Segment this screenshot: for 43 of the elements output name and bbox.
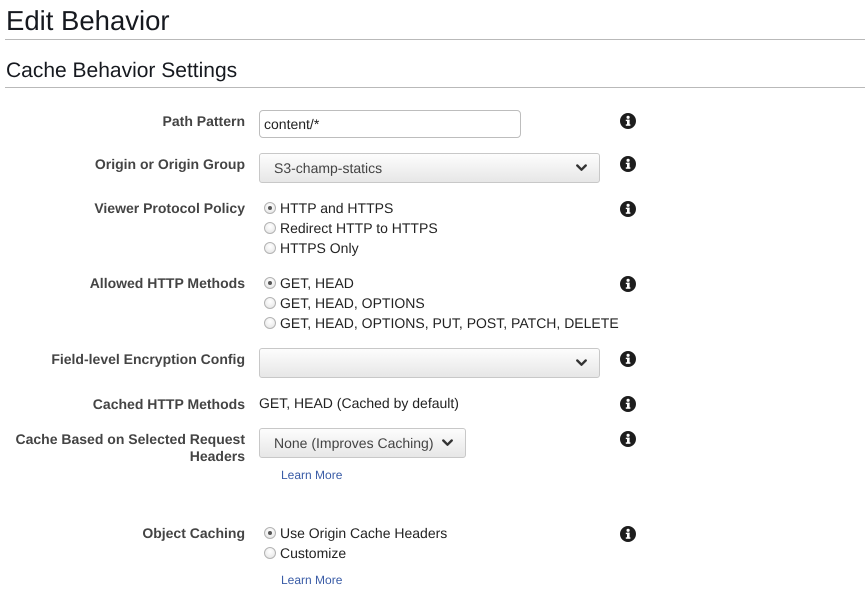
radio-option-label[interactable]: GET, HEAD, OPTIONS bbox=[280, 293, 425, 313]
info-icon[interactable] bbox=[620, 201, 636, 217]
chevron-down-icon bbox=[576, 359, 587, 367]
info-icon[interactable] bbox=[620, 351, 636, 367]
radio-button[interactable] bbox=[264, 222, 276, 234]
info-icon[interactable] bbox=[620, 156, 636, 172]
chevron-down-icon bbox=[576, 164, 587, 172]
section-title: Cache Behavior Settings bbox=[5, 58, 238, 84]
info-icon[interactable] bbox=[620, 526, 636, 542]
radio-option-label[interactable]: Use Origin Cache Headers bbox=[280, 523, 448, 543]
path-pattern-input[interactable]: content/* bbox=[259, 110, 521, 138]
radio-button[interactable] bbox=[264, 526, 276, 538]
chevron-down-icon bbox=[442, 439, 453, 447]
field-label: Field-level Encryption Config bbox=[50, 350, 245, 368]
radio-option-label[interactable]: GET, HEAD, OPTIONS, PUT, POST, PATCH, DELETE bbox=[280, 313, 619, 333]
dropdown-select[interactable]: None (Improves Caching) bbox=[259, 428, 466, 458]
radio-option-label[interactable]: HTTPS Only bbox=[280, 238, 359, 258]
radio-button[interactable] bbox=[264, 296, 276, 308]
field-label: Object Caching bbox=[141, 524, 245, 542]
field-value: GET, HEAD (Cached by default) bbox=[259, 394, 459, 413]
field-label: Cached HTTP Methods bbox=[92, 395, 245, 413]
radio-option-label[interactable]: HTTP and HTTPS bbox=[280, 198, 394, 218]
info-icon[interactable] bbox=[620, 276, 636, 292]
dropdown-select[interactable]: S3-champ-statics bbox=[259, 153, 600, 183]
page-title: Edit Behavior bbox=[5, 4, 171, 38]
field-label: Path Pattern bbox=[162, 112, 245, 130]
learn-more-link[interactable]: Learn More bbox=[281, 467, 342, 483]
info-icon[interactable] bbox=[620, 113, 636, 129]
radio-button[interactable] bbox=[264, 242, 276, 254]
field-label: Cache Based on Selected Request Headers bbox=[14, 430, 245, 465]
radio-option-label[interactable]: Redirect HTTP to HTTPS bbox=[280, 218, 438, 238]
radio-button[interactable] bbox=[264, 202, 276, 214]
field-label: Origin or Origin Group bbox=[94, 155, 245, 173]
radio-option-label[interactable]: Customize bbox=[280, 543, 346, 563]
field-label: Viewer Protocol Policy bbox=[93, 199, 245, 217]
field-label: Allowed HTTP Methods bbox=[88, 274, 245, 292]
radio-option-label[interactable]: GET, HEAD bbox=[280, 273, 354, 293]
radio-button[interactable] bbox=[264, 276, 276, 288]
info-icon[interactable] bbox=[620, 431, 636, 447]
radio-button[interactable] bbox=[264, 546, 276, 558]
radio-button[interactable] bbox=[264, 316, 276, 328]
info-icon[interactable] bbox=[620, 396, 636, 412]
learn-more-link[interactable]: Learn More bbox=[281, 572, 342, 588]
